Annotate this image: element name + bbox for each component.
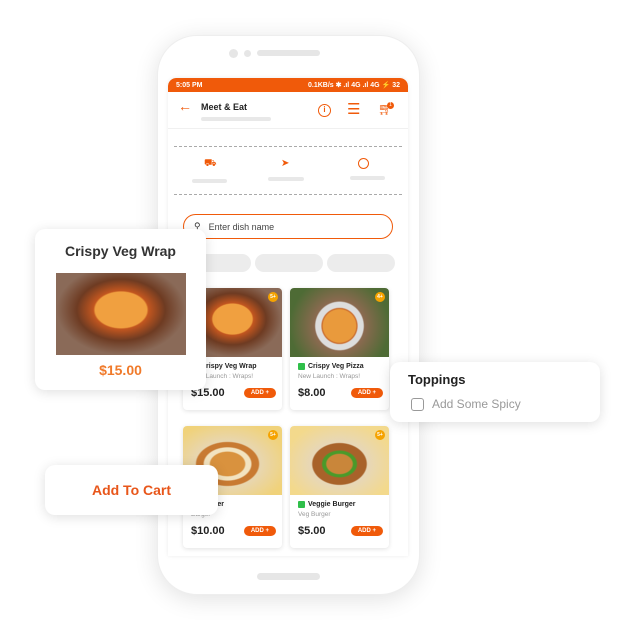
item-price: $8.00 (298, 387, 326, 399)
veg-icon (298, 363, 305, 370)
rating-badge: 5+ (375, 430, 385, 440)
food-card[interactable]: 4+ Crispy Veg Pizza New Launch : Wraps! … (290, 288, 389, 410)
info-icon[interactable]: i (318, 104, 331, 117)
item-subtitle: New Launch : Wraps! (298, 373, 361, 380)
add-button[interactable]: ADD + (243, 526, 276, 536)
add-button[interactable]: ADD + (350, 388, 383, 398)
food-image: 5+ (290, 426, 389, 495)
status-bar: 5:05 PM 0.1KB/s ✱ .ıl 4G .ıl 4G ⚡ 32 (168, 78, 408, 92)
search-placeholder: Enter dish name (208, 221, 275, 232)
item-name: Crispy Veg Wrap (201, 363, 257, 370)
food-image: 4+ (290, 288, 389, 357)
back-arrow-icon[interactable]: ← (178, 98, 192, 114)
item-preview-card: Crispy Veg Wrap $15.00 (35, 229, 206, 390)
spicy-option-label[interactable]: Add Some Spicy (432, 397, 521, 411)
divider (174, 194, 402, 195)
info-placeholder (268, 177, 304, 181)
preview-image (56, 273, 186, 355)
item-price: $5.00 (298, 525, 326, 537)
sensor (244, 50, 251, 57)
status-time: 5:05 PM (176, 81, 203, 89)
add-button[interactable]: ADD + (350, 526, 383, 536)
item-name: Crispy Veg Pizza (308, 363, 364, 370)
camera (229, 49, 238, 58)
divider (174, 146, 402, 147)
rating-badge: 4+ (375, 292, 385, 302)
add-to-cart-button[interactable]: Add To Cart (45, 465, 218, 515)
rating-badge: 5+ (268, 292, 278, 302)
toppings-card: Toppings Add Some Spicy (390, 362, 600, 422)
header-divider (168, 128, 408, 129)
preview-price: $15.00 (99, 362, 142, 378)
page-title: Meet & Eat (201, 102, 248, 112)
info-placeholder (192, 179, 227, 183)
item-subtitle: Veg Burger (298, 511, 331, 518)
spicy-checkbox[interactable] (411, 398, 424, 411)
offer-icon: ➤ (281, 158, 290, 169)
veg-icon (298, 501, 305, 508)
speaker (257, 50, 320, 56)
info-placeholder (350, 176, 385, 180)
status-info: 0.1KB/s ✱ .ıl 4G .ıl 4G ⚡ 32 (307, 82, 400, 89)
add-button[interactable]: ADD + (243, 388, 276, 398)
item-price: $10.00 (191, 525, 225, 537)
cart-count-badge: 1 (387, 102, 394, 109)
category-chip[interactable] (255, 254, 323, 272)
home-bar[interactable] (257, 573, 320, 580)
item-name: Veggie Burger (308, 501, 356, 508)
subtitle-placeholder (201, 117, 271, 121)
rating-badge: 5+ (268, 430, 278, 440)
toppings-title: Toppings (408, 372, 466, 387)
clock-icon (358, 158, 369, 169)
category-chip[interactable] (327, 254, 395, 272)
delivery-icon: ⛟ (204, 158, 217, 169)
search-input[interactable]: ⚲ Enter dish name (183, 214, 393, 239)
food-card[interactable]: 5+ Veggie Burger Veg Burger $5.00 ADD + (290, 426, 389, 548)
filter-icon[interactable]: ☰ (347, 100, 360, 118)
preview-title: Crispy Veg Wrap (64, 243, 176, 259)
